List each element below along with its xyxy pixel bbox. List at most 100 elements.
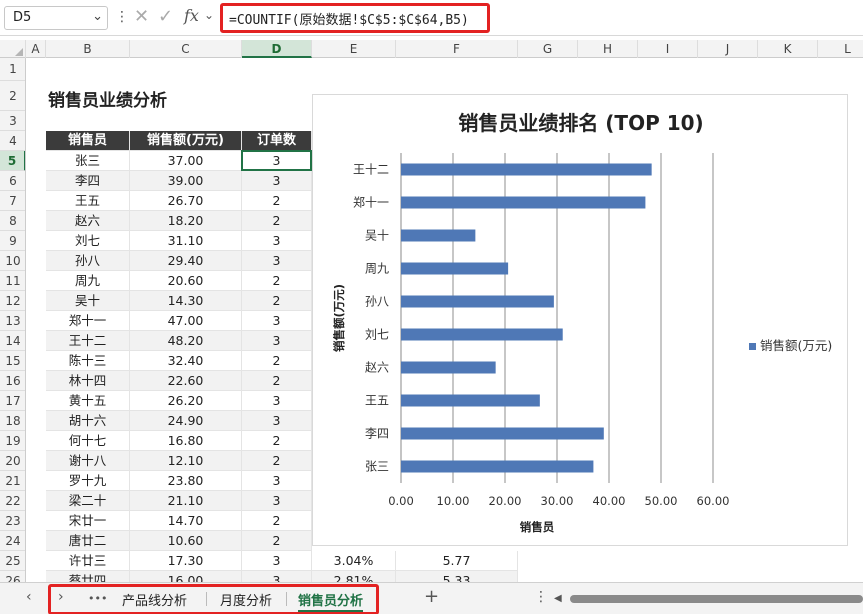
column-header-c[interactable]: C (130, 40, 242, 58)
table-cell[interactable]: 3 (242, 571, 312, 582)
table-cell[interactable]: 24.90 (130, 411, 242, 431)
salesperson-cell[interactable]: 陈十三 (46, 351, 130, 371)
row-header-13[interactable]: 13 (0, 311, 25, 331)
row-header-22[interactable]: 22 (0, 491, 25, 511)
table-cell[interactable]: 3 (242, 411, 312, 431)
table-cell[interactable]: 29.40 (130, 251, 242, 271)
salesperson-cell[interactable]: 唐廿二 (46, 531, 130, 551)
chevron-down-icon[interactable]: ⌄ (204, 8, 214, 22)
table-cell[interactable]: 23.80 (130, 471, 242, 491)
table-cell[interactable]: 17.30 (130, 551, 242, 571)
insert-function-icon[interactable]: fx (184, 6, 199, 25)
table-cell[interactable]: 3.04% (312, 551, 396, 571)
table-cell[interactable]: 2 (242, 451, 312, 471)
table-cell[interactable]: 2 (242, 531, 312, 551)
tab-product-line[interactable]: 产品线分析 (122, 590, 187, 609)
salesperson-cell[interactable]: 张三 (46, 151, 130, 171)
table-cell[interactable]: 3 (242, 551, 312, 571)
salesperson-cell[interactable]: 何十七 (46, 431, 130, 451)
table-cell[interactable]: 3 (242, 171, 312, 191)
table-cell[interactable]: 2 (242, 211, 312, 231)
row-header-19[interactable]: 19 (0, 431, 25, 451)
scroll-left-icon[interactable]: ◀ (554, 593, 562, 604)
add-sheet-icon[interactable]: + (424, 586, 439, 607)
row-header-5[interactable]: 5 (0, 151, 25, 171)
column-header-i[interactable]: I (638, 40, 698, 58)
table-cell[interactable]: 2 (242, 191, 312, 211)
table-header-cell[interactable]: 销售额(万元) (130, 131, 242, 151)
table-cell[interactable]: 22.60 (130, 371, 242, 391)
column-header-g[interactable]: G (518, 40, 578, 58)
horizontal-scrollbar[interactable] (570, 595, 863, 603)
column-header-a[interactable]: A (26, 40, 46, 58)
column-header-f[interactable]: F (396, 40, 518, 58)
table-cell[interactable]: 26.70 (130, 191, 242, 211)
chevron-down-icon[interactable]: ⌄ (92, 9, 103, 24)
column-header-e[interactable]: E (312, 40, 396, 58)
row-header-2[interactable]: 2 (0, 81, 25, 111)
table-cell[interactable]: 5.77 (396, 551, 518, 571)
check-icon[interactable]: ✓ (158, 6, 173, 27)
table-cell[interactable]: 5.33 (396, 571, 518, 582)
table-cell[interactable]: 32.40 (130, 351, 242, 371)
row-header-6[interactable]: 6 (0, 171, 25, 191)
salesperson-cell[interactable]: 王五 (46, 191, 130, 211)
table-header-cell[interactable]: 订单数 (242, 131, 312, 151)
table-cell[interactable]: 48.20 (130, 331, 242, 351)
salesperson-cell[interactable]: 吴十 (46, 291, 130, 311)
row-header-17[interactable]: 17 (0, 391, 25, 411)
table-cell[interactable]: 18.20 (130, 211, 242, 231)
table-cell[interactable]: 3 (242, 251, 312, 271)
salesperson-cell[interactable]: 周九 (46, 271, 130, 291)
row-header-14[interactable]: 14 (0, 331, 25, 351)
row-header-8[interactable]: 8 (0, 211, 25, 231)
table-cell[interactable]: 3 (242, 151, 312, 171)
table-cell[interactable]: 3 (242, 231, 312, 251)
table-cell[interactable]: 21.10 (130, 491, 242, 511)
table-cell[interactable]: 2 (242, 371, 312, 391)
salesperson-cell[interactable]: 李四 (46, 171, 130, 191)
name-box[interactable]: D5 ⌄ (4, 6, 108, 30)
column-header-j[interactable]: J (698, 40, 758, 58)
salesperson-cell[interactable]: 郑十一 (46, 311, 130, 331)
table-cell[interactable]: 2 (242, 351, 312, 371)
salesperson-cell[interactable]: 林十四 (46, 371, 130, 391)
salesperson-cell[interactable]: 蔡廿四 (46, 571, 130, 582)
row-header-1[interactable]: 1 (0, 58, 25, 81)
salesperson-cell[interactable]: 赵六 (46, 211, 130, 231)
bar-chart[interactable]: 销售员业绩排名 (TOP 10) 0.00 10.00 20.00 30.00 40.0… (312, 94, 848, 546)
column-header-l[interactable]: L (818, 40, 863, 58)
tab-monthly[interactable]: 月度分析 (220, 590, 272, 609)
salesperson-cell[interactable]: 黄十五 (46, 391, 130, 411)
more-vertical-icon[interactable]: ⋮ (115, 9, 129, 25)
table-cell[interactable]: 16.80 (130, 431, 242, 451)
salesperson-cell[interactable]: 罗十九 (46, 471, 130, 491)
row-header-9[interactable]: 9 (0, 231, 25, 251)
select-all-button[interactable] (0, 40, 26, 58)
row-header-18[interactable]: 18 (0, 411, 25, 431)
tab-salesperson[interactable]: 销售员分析 (298, 590, 364, 612)
column-header-h[interactable]: H (578, 40, 638, 58)
scroll-tabs-prev-icon[interactable]: ‹ (26, 589, 32, 605)
table-cell[interactable]: 2 (242, 511, 312, 531)
row-header-20[interactable]: 20 (0, 451, 25, 471)
table-header-cell[interactable]: 销售员 (46, 131, 130, 151)
row-header-15[interactable]: 15 (0, 351, 25, 371)
formula-input[interactable]: =COUNTIF(原始数据!$C$5:$C$64,B5) (220, 3, 490, 33)
table-cell[interactable]: 10.60 (130, 531, 242, 551)
table-cell[interactable]: 47.00 (130, 311, 242, 331)
row-header-12[interactable]: 12 (0, 291, 25, 311)
table-cell[interactable]: 14.30 (130, 291, 242, 311)
salesperson-cell[interactable]: 王十二 (46, 331, 130, 351)
table-cell[interactable]: 2 (242, 291, 312, 311)
row-header-11[interactable]: 11 (0, 271, 25, 291)
table-cell[interactable]: 12.10 (130, 451, 242, 471)
row-header-24[interactable]: 24 (0, 531, 25, 551)
table-cell[interactable]: 39.00 (130, 171, 242, 191)
row-header-23[interactable]: 23 (0, 511, 25, 531)
row-header-26[interactable]: 26 (0, 571, 25, 582)
table-cell[interactable]: 3 (242, 331, 312, 351)
table-cell[interactable]: 2 (242, 431, 312, 451)
table-cell[interactable]: 16.00 (130, 571, 242, 582)
row-header-3[interactable]: 3 (0, 111, 25, 131)
